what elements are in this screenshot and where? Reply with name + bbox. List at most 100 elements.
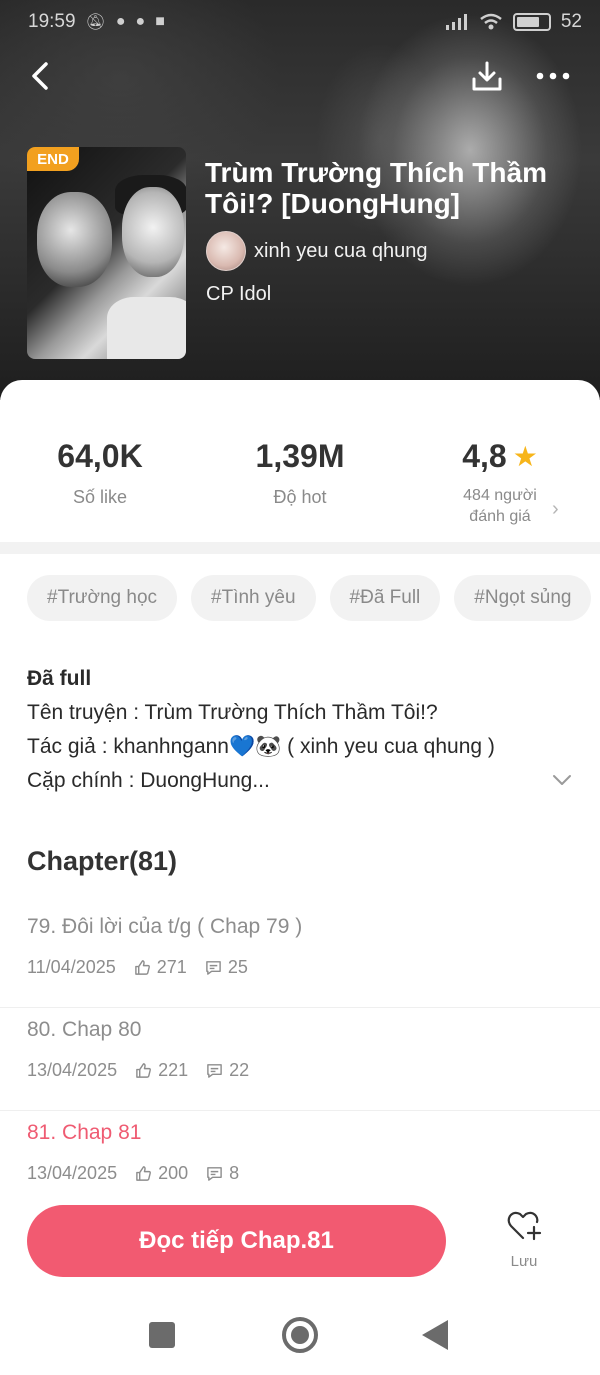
chapter-comments-count: 8 <box>229 1163 240 1183</box>
home-button[interactable] <box>282 1317 318 1353</box>
chapter-list: 79. Đôi lời của t/g ( Chap 79 ) 11/04/20… <box>0 905 600 1214</box>
comment-icon <box>207 1064 222 1078</box>
system-nav-bar <box>0 1292 600 1375</box>
chapter-likes: 271 <box>134 957 187 978</box>
chapter-likes: 221 <box>135 1060 188 1081</box>
rating-count: 484 người <box>463 487 537 504</box>
chapter-likes: 200 <box>135 1163 188 1184</box>
star-icon: ★ <box>512 441 538 472</box>
stats-row: 64,0K Số like 1,39M Độ hot 4,8 ★ 484 ngư… <box>0 380 600 540</box>
chapter-comments-count: 22 <box>229 1060 250 1080</box>
chapter-date: 13/04/2025 <box>27 1060 117 1081</box>
category-label[interactable]: CP Idol <box>206 283 271 306</box>
stat-likes: 64,0K Số like <box>0 438 200 508</box>
section-divider <box>0 542 600 554</box>
chapter-likes-count: 271 <box>156 957 187 977</box>
description-status: Đã full <box>27 667 92 690</box>
chapter-likes-count: 221 <box>158 1060 189 1080</box>
status-right: 52 <box>445 11 582 33</box>
hot-count: 1,39M <box>255 438 345 474</box>
status-left: 19:59 🔕︎ ● ● ■ <box>28 11 165 33</box>
battery-icon <box>512 13 551 31</box>
chapter-title: 81. Chap 81 <box>27 1121 142 1144</box>
cover-figure-right <box>122 187 184 277</box>
likes-label: Số like <box>72 487 128 507</box>
rating-value: 4,8 <box>462 438 507 474</box>
chevron-right-icon[interactable]: › <box>552 498 559 521</box>
avatar[interactable] <box>206 231 246 271</box>
heart-plus-icon <box>507 1211 542 1241</box>
chapter-comments: 22 <box>206 1060 249 1081</box>
author-name[interactable]: xinh yeu cua qhung <box>254 240 427 263</box>
thumbs-up-icon <box>134 960 150 975</box>
cover-figure-shirt <box>107 297 186 359</box>
chapter-heading[interactable]: Chapter(81) <box>27 846 177 877</box>
chapter-comments-count: 25 <box>227 957 248 977</box>
download-button[interactable] <box>465 56 509 96</box>
hot-label: Độ hot <box>273 487 327 507</box>
end-badge: END <box>27 147 79 171</box>
rating-caption: đánh giá <box>469 508 531 525</box>
continue-reading-button[interactable]: Đọc tiếp Chap.81 <box>27 1205 446 1277</box>
book-cover[interactable] <box>27 147 186 359</box>
signal-icon <box>445 14 467 30</box>
save-button[interactable]: Lưu <box>498 1210 550 1274</box>
description-line: Tác giả : khanhngann💙🐼 ( xinh yeu cua qh… <box>27 735 495 758</box>
tag-chip[interactable]: #Trường học <box>27 575 178 621</box>
stat-hot: 1,39M Độ hot <box>200 438 400 508</box>
comment-icon <box>207 1167 222 1181</box>
comment-icon <box>205 961 221 975</box>
expand-button[interactable] <box>550 768 574 792</box>
chapter-date-text: 11/04/2025 <box>27 957 116 977</box>
bottom-action-bar: Đọc tiếp Chap.81 Lưu <box>0 1188 600 1292</box>
book-title: Trùm Trường Thích Thầm Tôi!? [DuongHung] <box>205 157 547 219</box>
back-arrow-icon <box>32 62 48 90</box>
tag-chip[interactable]: #Ngọt sủng <box>454 575 592 621</box>
chapter-title: 80. Chap 80 <box>27 1018 142 1041</box>
recent-apps-button[interactable] <box>149 1322 175 1348</box>
hero-header: 19:59 🔕︎ ● ● ■ 52 END Trùm Trường Thích … <box>0 0 600 400</box>
chapter-likes-count: 200 <box>158 1163 189 1183</box>
chapter-date-text: 13/04/2025 <box>27 1060 118 1080</box>
chapter-meta: 13/04/2025 200 8 <box>27 1163 257 1184</box>
author-row[interactable]: xinh yeu cua qhung <box>206 231 427 271</box>
thumbs-up-icon <box>136 1063 152 1078</box>
tag-chip[interactable]: #Tình yêu <box>191 575 316 621</box>
thumbs-up-icon <box>136 1166 152 1181</box>
back-button[interactable] <box>20 56 60 96</box>
mute-bell-icon: 🔕︎ <box>85 14 106 31</box>
wifi-icon <box>480 13 502 30</box>
chapter-date-text: 13/04/2025 <box>27 1163 118 1183</box>
likes-count: 64,0K <box>57 438 143 474</box>
chapter-date: 13/04/2025 <box>27 1163 117 1184</box>
save-label: Lưu <box>510 1253 538 1270</box>
chapter-meta: 11/04/2025 271 25 <box>27 957 266 978</box>
more-button[interactable] <box>530 56 576 96</box>
system-back-button[interactable] <box>422 1320 448 1350</box>
chapter-comments: 25 <box>205 957 248 978</box>
description[interactable]: Đã full Tên truyện : Trùm Trường Thích T… <box>27 662 547 798</box>
messenger-icon: ● <box>115 13 126 30</box>
description-line: Cặp chính : DuongHung... <box>27 769 270 792</box>
rating-label: 484 người đánh giá <box>400 485 600 527</box>
rating-value-row: 4,8 ★ <box>400 438 600 475</box>
chapter-title: 79. Đôi lời của t/g ( Chap 79 ) <box>27 915 303 938</box>
chapter-row[interactable]: 79. Đôi lời của t/g ( Chap 79 ) 11/04/20… <box>0 905 600 1008</box>
chapter-meta: 13/04/2025 221 22 <box>27 1060 267 1081</box>
more-dots-icon <box>536 72 570 80</box>
battery-level: 52 <box>560 11 582 32</box>
chapter-comments: 8 <box>206 1163 239 1184</box>
facebook-icon: ■ <box>155 13 165 30</box>
status-time: 19:59 <box>28 11 76 32</box>
chapter-date: 11/04/2025 <box>27 957 116 978</box>
status-bar: 19:59 🔕︎ ● ● ■ 52 <box>0 0 600 44</box>
tag-chip[interactable]: #Đã Full <box>329 575 441 621</box>
tag-list: #Trường học #Tình yêu #Đã Full #Ngọt sủn… <box>27 575 600 621</box>
chapter-row[interactable]: 80. Chap 80 13/04/2025 221 22 <box>0 1008 600 1111</box>
description-line: Tên truyện : Trùm Trường Thích Thầm Tôi!… <box>27 701 438 724</box>
stat-rating[interactable]: 4,8 ★ 484 người đánh giá <box>400 438 600 527</box>
chat-icon: ● <box>135 13 146 30</box>
cover-figure-left <box>37 192 112 287</box>
download-icon <box>472 61 502 91</box>
chevron-down-icon <box>553 775 571 785</box>
